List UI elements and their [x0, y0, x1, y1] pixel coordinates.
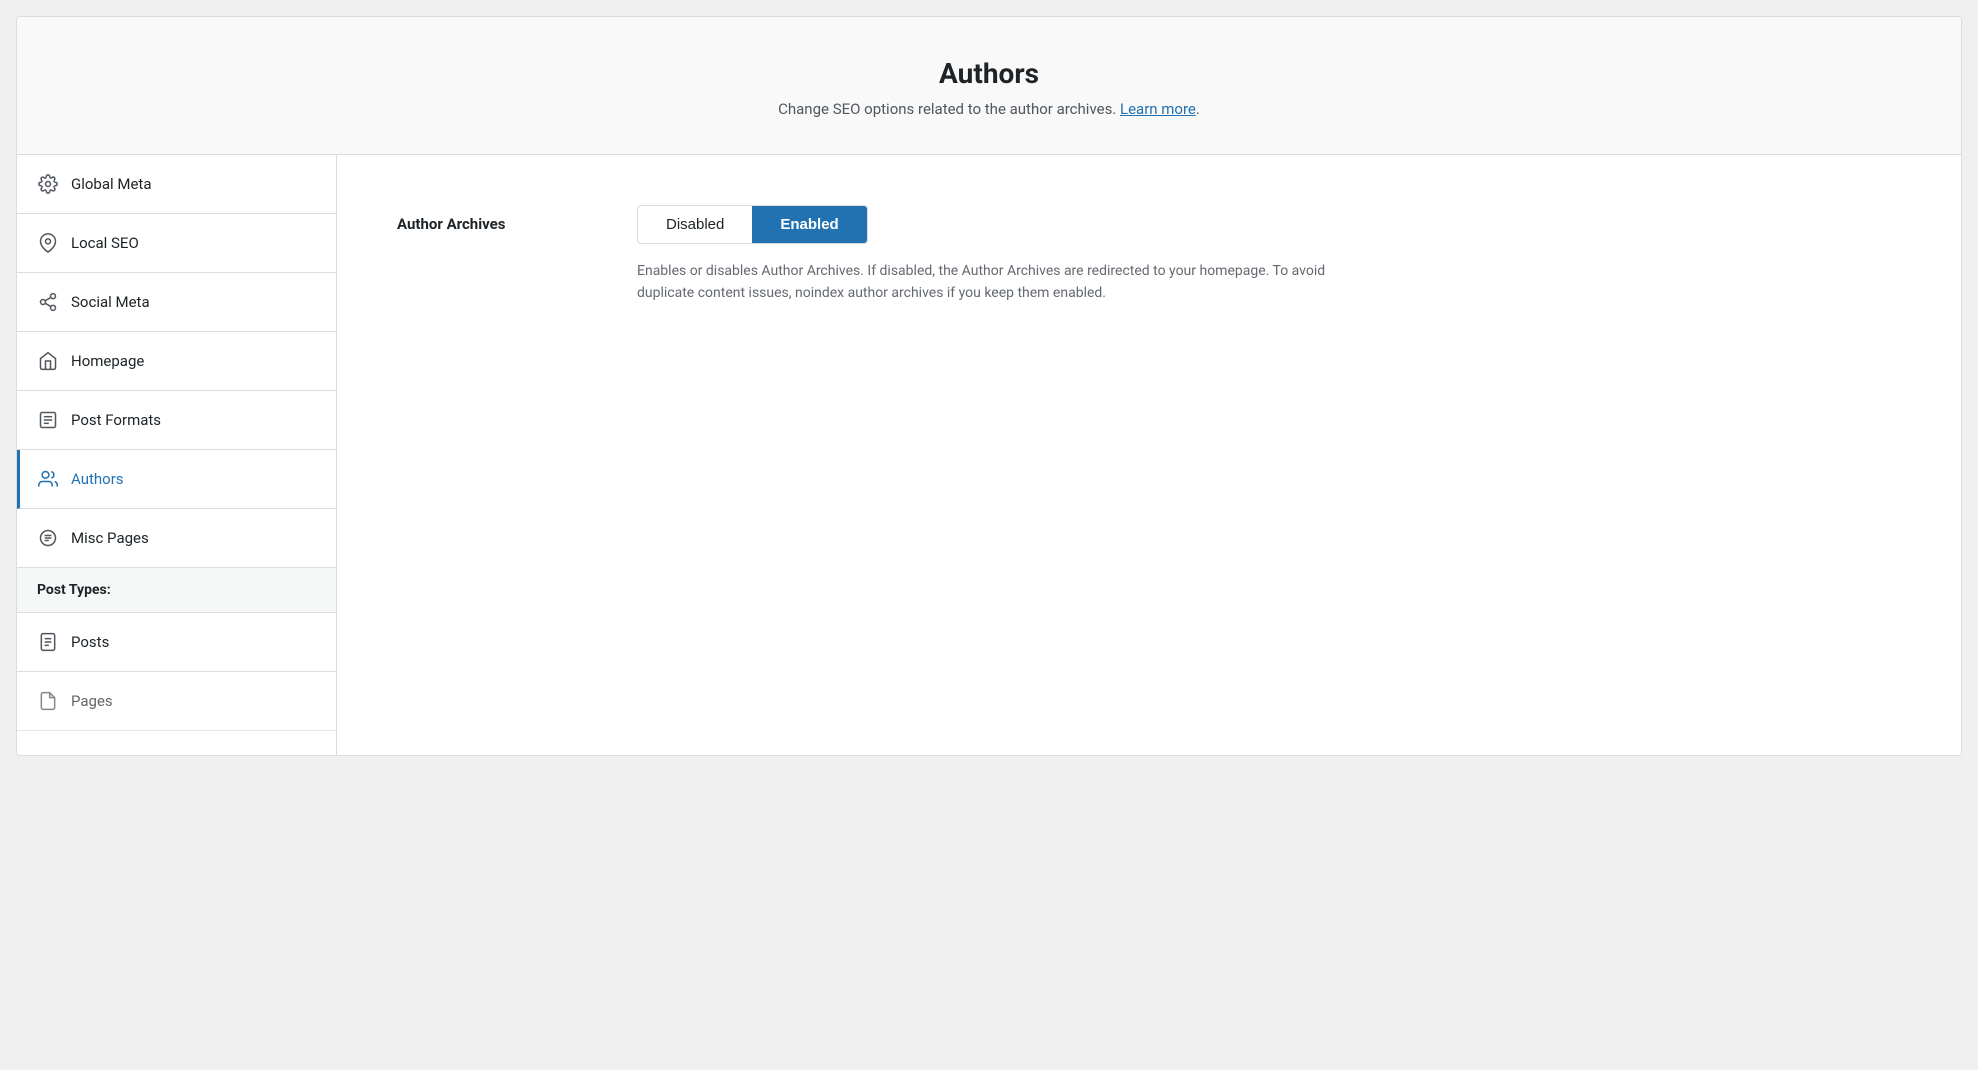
page-description: Change SEO options related to the author…	[37, 100, 1941, 118]
sidebar-item-posts[interactable]: Posts	[17, 613, 336, 672]
users-icon	[37, 468, 59, 490]
sidebar-item-social-meta[interactable]: Social Meta	[17, 273, 336, 332]
page-title: Authors	[37, 57, 1941, 90]
page-header: Authors Change SEO options related to th…	[17, 17, 1961, 155]
sidebar-item-authors[interactable]: Authors	[17, 450, 336, 509]
list-circles-icon	[37, 527, 59, 549]
sidebar-item-homepage[interactable]: Homepage	[17, 332, 336, 391]
sidebar-item-misc-pages[interactable]: Misc Pages	[17, 509, 336, 568]
social-icon	[37, 291, 59, 313]
author-archives-row: Author Archives Disabled Enabled Enables…	[397, 205, 1901, 305]
document-icon	[37, 690, 59, 712]
author-archives-toggle-group: Disabled Enabled	[637, 205, 868, 244]
sidebar-item-label: Social Meta	[71, 293, 150, 311]
home-icon	[37, 350, 59, 372]
sidebar-item-label: Misc Pages	[71, 529, 149, 547]
sidebar-item-global-meta[interactable]: Global Meta	[17, 155, 336, 214]
sidebar-item-label: Homepage	[71, 352, 144, 370]
sidebar-item-local-seo[interactable]: Local SEO	[17, 214, 336, 273]
sidebar-item-label: Global Meta	[71, 175, 152, 193]
post-types-section-header: Post Types:	[17, 568, 336, 613]
document-lines-icon	[37, 631, 59, 653]
sidebar-item-label: Local SEO	[71, 234, 139, 252]
sidebar-item-post-formats[interactable]: Post Formats	[17, 391, 336, 450]
author-archives-control: Disabled Enabled Enables or disables Aut…	[637, 205, 1901, 305]
sidebar: Global Meta Local SEO	[17, 155, 337, 755]
sidebar-item-label: Pages	[71, 692, 113, 710]
main-layout: Global Meta Local SEO	[17, 155, 1961, 755]
sidebar-item-label: Authors	[71, 470, 124, 488]
learn-more-link[interactable]: Learn more	[1120, 100, 1196, 118]
location-icon	[37, 232, 59, 254]
enabled-button[interactable]: Enabled	[752, 206, 866, 243]
author-archives-label: Author Archives	[397, 205, 577, 233]
disabled-button[interactable]: Disabled	[638, 206, 752, 243]
sidebar-item-label: Post Formats	[71, 411, 161, 429]
document-list-icon	[37, 409, 59, 431]
gear-icon	[37, 173, 59, 195]
main-card: Authors Change SEO options related to th…	[16, 16, 1962, 756]
outer-container: Authors Change SEO options related to th…	[0, 0, 1978, 1070]
author-archives-description: Enables or disables Author Archives. If …	[637, 260, 1357, 305]
sidebar-item-label: Posts	[71, 633, 109, 651]
sidebar-item-pages[interactable]: Pages	[17, 672, 336, 731]
content-area: Author Archives Disabled Enabled Enables…	[337, 155, 1961, 755]
